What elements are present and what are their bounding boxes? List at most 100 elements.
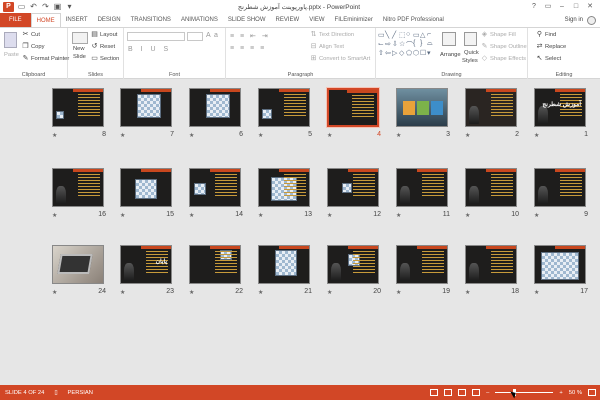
convert-smartart-button[interactable]: ⊞ Convert to SmartArt bbox=[310, 55, 371, 62]
zoom-level[interactable]: 50 % bbox=[569, 390, 582, 396]
section-button[interactable]: ▭ Section bbox=[91, 55, 119, 62]
font-size-combo[interactable] bbox=[187, 32, 203, 41]
font-shrink-icon[interactable]: a bbox=[214, 32, 218, 39]
layout-button[interactable]: ▤ Layout bbox=[91, 31, 117, 38]
proofing-icon[interactable]: ▯ bbox=[49, 390, 62, 396]
quick-styles-button-line2[interactable]: Styles bbox=[462, 58, 478, 64]
shape-outline-button[interactable]: ✎ Shape Outline bbox=[481, 43, 527, 50]
help-icon[interactable]: ? bbox=[528, 1, 540, 12]
format-painter-button[interactable]: ✎ Format Painter bbox=[22, 55, 70, 62]
layout-icon: ▤ bbox=[91, 31, 98, 38]
avatar-icon bbox=[587, 15, 596, 25]
font-grow-icon[interactable]: A bbox=[206, 32, 211, 39]
tab-review[interactable]: REVIEW bbox=[271, 13, 305, 27]
reading-view-icon[interactable] bbox=[458, 389, 467, 396]
slide-thumbnail-14[interactable] bbox=[189, 168, 241, 207]
quick-styles-icon[interactable] bbox=[464, 32, 477, 46]
redo-icon[interactable]: ↷ bbox=[41, 2, 50, 11]
tab-insert[interactable]: INSERT bbox=[61, 13, 93, 27]
new-slide-icon[interactable] bbox=[72, 32, 88, 44]
tab-animations[interactable]: ANIMATIONS bbox=[176, 13, 223, 27]
select-button[interactable]: ↖ Select bbox=[536, 55, 562, 62]
undo-icon[interactable]: ↶ bbox=[29, 2, 38, 11]
zoom-in-icon[interactable]: + bbox=[559, 390, 562, 396]
slide-thumbnail-20[interactable] bbox=[327, 245, 379, 284]
minimize-icon[interactable]: – bbox=[556, 1, 568, 12]
tab-nitro-pdf[interactable]: Nitro PDF Professional bbox=[378, 13, 449, 27]
copy-button[interactable]: ❐ Copy bbox=[22, 43, 44, 50]
zoom-slider[interactable] bbox=[495, 389, 554, 396]
sign-in[interactable]: Sign in bbox=[565, 13, 600, 27]
customize-icon[interactable]: ▾ bbox=[65, 2, 74, 11]
slide-thumbnail-24[interactable] bbox=[52, 245, 104, 284]
slideshow-view-icon[interactable] bbox=[472, 389, 481, 396]
slide-thumbnail-12[interactable] bbox=[327, 168, 379, 207]
list-icons[interactable]: ≡ ≡ ⇤ ⇥ bbox=[230, 32, 270, 40]
zoom-out-icon[interactable]: – bbox=[486, 390, 489, 396]
align-icons[interactable]: ≡ ≡ ≡ ≡ bbox=[230, 45, 266, 52]
replace-button[interactable]: ⇄ Replace bbox=[536, 43, 567, 50]
shape-effects-button[interactable]: ◇ Shape Effects bbox=[481, 55, 526, 62]
slide-thumbnail-19[interactable] bbox=[396, 245, 448, 284]
slide-thumbnail-10[interactable] bbox=[465, 168, 517, 207]
slide-indicator[interactable]: SLIDE 4 OF 24 bbox=[0, 390, 49, 396]
sign-in-label[interactable]: Sign in bbox=[565, 13, 583, 27]
tab-home[interactable]: HOME bbox=[30, 13, 61, 27]
shape-fill-button[interactable]: ◈ Shape Fill bbox=[481, 31, 516, 38]
text-direction-button[interactable]: ⇅ Text Direction bbox=[310, 31, 355, 38]
font-format-icons[interactable]: B I U S bbox=[128, 46, 171, 53]
slide-thumbnail-6[interactable] bbox=[189, 88, 241, 127]
slide-thumbnail-16[interactable] bbox=[52, 168, 104, 207]
fit-slide-icon[interactable] bbox=[588, 389, 596, 396]
group-editing: ⚲ Find ⇄ Replace ↖ Select Editing bbox=[528, 28, 600, 79]
transition-star-icon: ★ bbox=[52, 290, 58, 296]
language-indicator[interactable]: PERSIAN bbox=[63, 390, 98, 396]
slide-thumbnail-18[interactable] bbox=[465, 245, 517, 284]
find-button[interactable]: ⚲ Find bbox=[536, 31, 556, 38]
quick-styles-button[interactable]: Quick bbox=[464, 50, 479, 56]
slide-thumbnail-1[interactable]: آموزش شطرنج bbox=[534, 88, 586, 127]
paste-icon[interactable] bbox=[4, 32, 17, 48]
tab-file[interactable]: FILE bbox=[0, 13, 31, 27]
close-icon[interactable]: ✕ bbox=[584, 1, 596, 12]
select-label: Select bbox=[545, 55, 562, 62]
slide-thumbnail-3[interactable] bbox=[396, 88, 448, 127]
shapes-gallery[interactable]: ▭ ╲ ╱ ⬚ ○ ▭ △ ⌐ ⌙ ⇨ ⇩ ☆ ⌒{} ⌓ ⇧ ⇦ ▷ ◇ ⬠ ⬡ ☐ ▾ bbox=[378, 31, 438, 61]
align-text-button[interactable]: ⊟ Align Text bbox=[310, 43, 344, 50]
normal-view-icon[interactable] bbox=[430, 389, 439, 396]
slide-thumbnail-9[interactable] bbox=[534, 168, 586, 207]
tab-view[interactable]: VIEW bbox=[304, 13, 329, 27]
arrange-icon[interactable] bbox=[442, 32, 456, 46]
slide-thumbnail-23[interactable]: پایان bbox=[120, 245, 172, 284]
present-icon[interactable]: ▣ bbox=[53, 2, 62, 11]
slide-thumbnail-13[interactable] bbox=[258, 168, 310, 207]
slide-thumbnail-2[interactable] bbox=[465, 88, 517, 127]
slide-thumbnail-22[interactable] bbox=[189, 245, 241, 284]
slide-thumbnail-8[interactable] bbox=[52, 88, 104, 127]
paste-button[interactable]: Paste bbox=[4, 52, 19, 58]
tab-design[interactable]: DESIGN bbox=[93, 13, 126, 27]
tab-slide-show[interactable]: SLIDE SHOW bbox=[223, 13, 271, 27]
new-slide-button-line2[interactable]: Slide bbox=[73, 54, 86, 60]
slide-thumbnail-11[interactable] bbox=[396, 168, 448, 207]
arrange-button[interactable]: Arrange bbox=[440, 52, 461, 58]
ribbon-display-icon[interactable]: ▭ bbox=[542, 1, 554, 12]
slide-thumbnail-4[interactable] bbox=[327, 88, 379, 127]
slide-thumbnail-7[interactable] bbox=[120, 88, 172, 127]
slide-number: 11 bbox=[442, 211, 450, 218]
save-icon[interactable]: ▭ bbox=[17, 2, 26, 11]
slide-sorter[interactable]: ★ 8 ★ 7 ★ 6 ★ 5 ★ 4 ★ 3 ★ 2 آموزش شطرنج ★ 1 ★ 16 ★ 15 ★ 14 ★ 13 ★… bbox=[0, 80, 600, 385]
font-name-combo[interactable] bbox=[127, 32, 185, 41]
slide-thumbnail-15[interactable] bbox=[120, 168, 172, 207]
new-slide-button[interactable]: New bbox=[73, 46, 85, 52]
slide-thumbnail-5[interactable] bbox=[258, 88, 310, 127]
cut-button[interactable]: ✂ Cut bbox=[22, 31, 40, 38]
group-clipboard: Paste ✂ Cut ❐ Copy ✎ Format Painter Clipboa… bbox=[0, 28, 70, 79]
reset-button[interactable]: ↺ Reset bbox=[91, 43, 116, 50]
slide-thumbnail-21[interactable] bbox=[258, 245, 310, 284]
tab-transitions[interactable]: TRANSITIONS bbox=[126, 13, 176, 27]
tab-fileminimizer[interactable]: FILEminimizer bbox=[330, 13, 378, 27]
slide-sorter-view-icon[interactable] bbox=[444, 389, 453, 396]
maximize-icon[interactable]: □ bbox=[570, 1, 582, 12]
slide-thumbnail-17[interactable] bbox=[534, 245, 586, 284]
